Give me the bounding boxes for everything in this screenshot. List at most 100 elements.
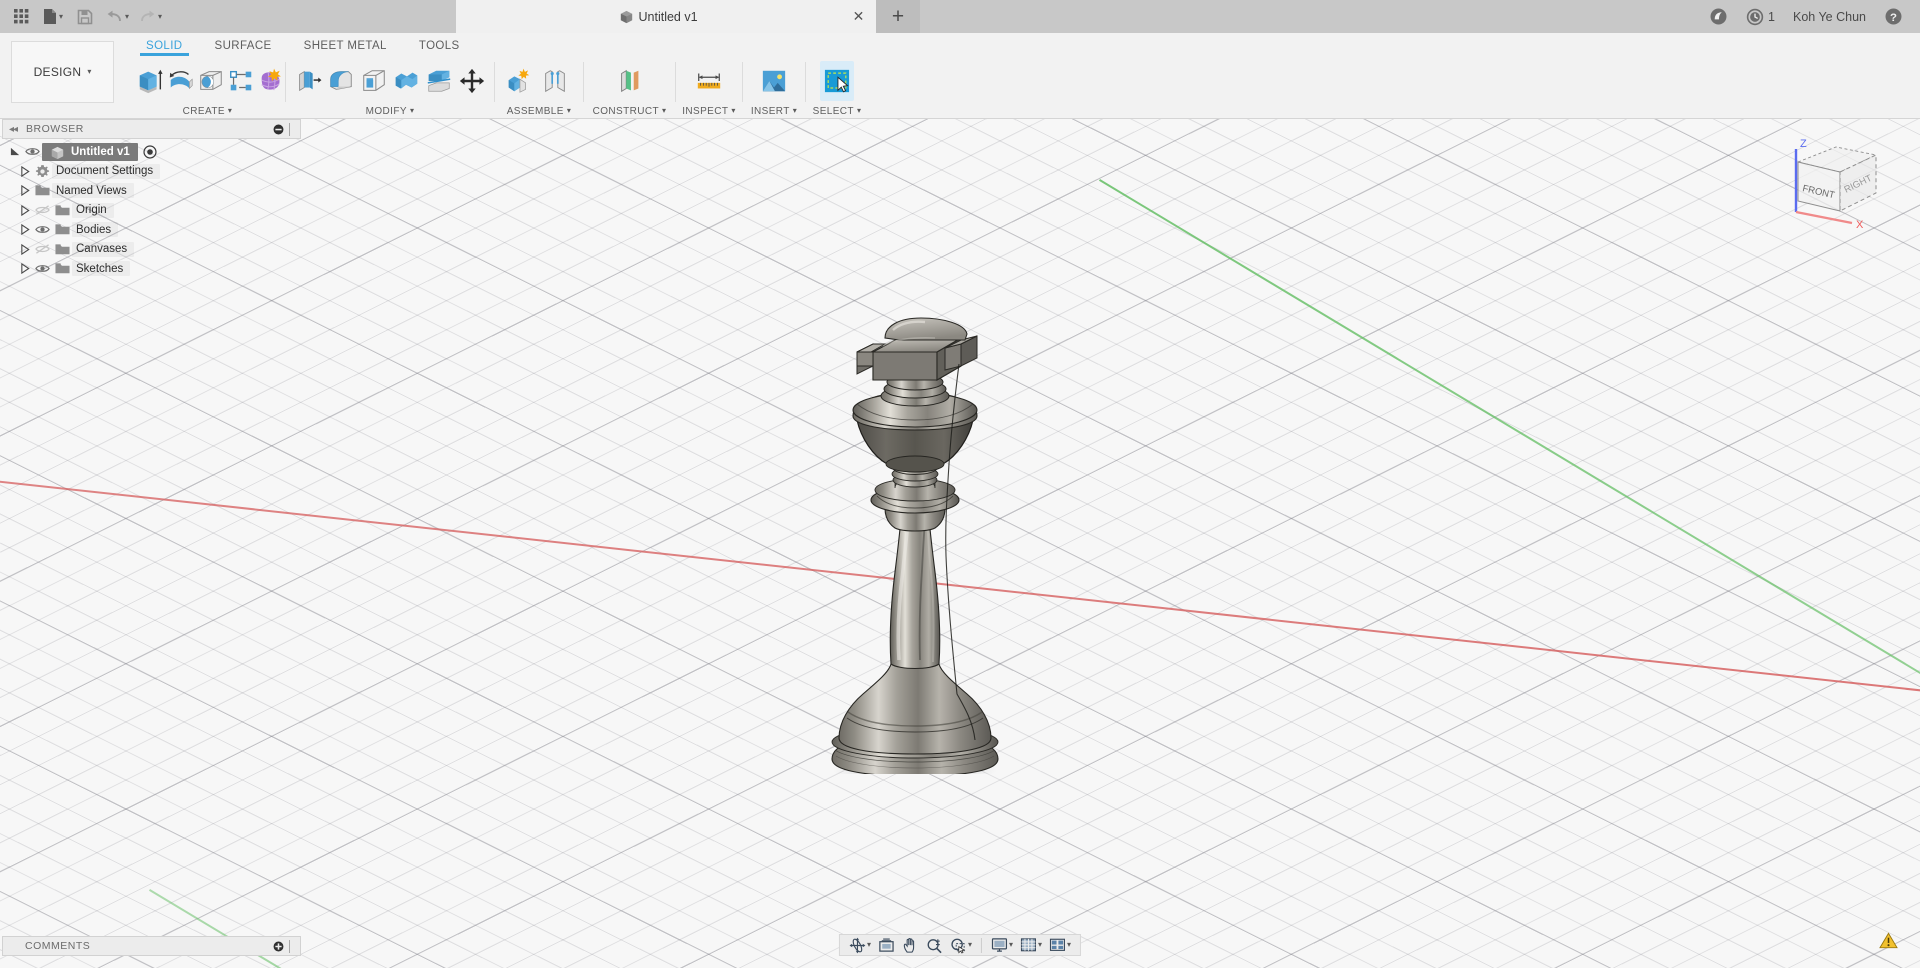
- new-component-icon[interactable]: [502, 61, 536, 101]
- eye-hidden-icon[interactable]: [32, 204, 52, 216]
- tree-label[interactable]: Document Settings: [52, 163, 161, 179]
- redo-button[interactable]: ▾: [135, 3, 166, 31]
- orbit-caret[interactable]: ▾: [867, 941, 871, 949]
- new-tab-button[interactable]: +: [876, 0, 921, 33]
- eye-visible-icon[interactable]: [22, 146, 42, 157]
- panel-insert-label[interactable]: INSERT ▾: [743, 103, 805, 119]
- eye-visible-icon[interactable]: [32, 224, 52, 235]
- shell-icon[interactable]: [358, 61, 389, 101]
- panel-inspect-caret[interactable]: ▾: [731, 107, 735, 115]
- joint-icon[interactable]: [538, 61, 572, 101]
- panel-create-label[interactable]: CREATE ▾: [130, 103, 285, 119]
- document-tab[interactable]: Untitled v1 ✕: [456, 0, 877, 33]
- panel-modify-label[interactable]: MODIFY ▾: [286, 103, 494, 119]
- workspace-caret[interactable]: ▾: [87, 68, 91, 76]
- twisty-collapsed-icon[interactable]: [19, 262, 32, 275]
- tree-label[interactable]: Named Views: [52, 183, 134, 199]
- browser-resize-grip[interactable]: [289, 122, 294, 136]
- panel-select-caret[interactable]: ▾: [857, 107, 861, 115]
- tab-tools[interactable]: TOOLS: [403, 35, 476, 55]
- panel-assemble-caret[interactable]: ▾: [567, 107, 571, 115]
- revolve-icon[interactable]: [167, 61, 195, 101]
- job-status-button[interactable]: 1: [1737, 0, 1784, 33]
- create-form-icon[interactable]: [257, 61, 285, 101]
- pattern-icon[interactable]: [227, 61, 255, 101]
- panel-construct-label[interactable]: CONSTRUCT ▾: [584, 103, 675, 119]
- twisty-collapsed-icon[interactable]: [19, 204, 32, 217]
- redo-caret[interactable]: ▾: [158, 12, 162, 21]
- save-button[interactable]: [70, 3, 100, 31]
- panel-inspect-label[interactable]: INSPECT ▾: [676, 103, 742, 119]
- viewports-button[interactable]: ▾: [1046, 935, 1074, 955]
- panel-construct-caret[interactable]: ▾: [662, 107, 666, 115]
- panel-modify-caret[interactable]: ▾: [410, 107, 414, 115]
- split-body-icon[interactable]: [424, 61, 455, 101]
- undo-caret[interactable]: ▾: [125, 12, 129, 21]
- sphere-icon[interactable]: [197, 61, 225, 101]
- look-at-button[interactable]: [875, 935, 898, 955]
- viewport-3d[interactable]: ◂◂ BROWSER Untitled v1 Document Settings…: [0, 119, 1920, 968]
- comments-panel[interactable]: COMMENTS: [2, 936, 301, 956]
- display-settings-button[interactable]: ▾: [988, 935, 1016, 955]
- insert-canvas-image-icon[interactable]: [757, 61, 791, 101]
- new-document-caret[interactable]: ▾: [59, 12, 63, 21]
- panel-insert-caret[interactable]: ▾: [793, 107, 797, 115]
- move-copy-icon[interactable]: [456, 61, 487, 101]
- app-grid-button[interactable]: [6, 3, 36, 31]
- twisty-collapsed-icon[interactable]: [19, 243, 32, 256]
- extrude-icon[interactable]: [137, 61, 165, 101]
- fillet-icon[interactable]: [326, 61, 357, 101]
- collapse-left-icon[interactable]: ◂◂: [9, 124, 18, 135]
- press-pull-icon[interactable]: [293, 61, 324, 101]
- tree-root-label-group[interactable]: Untitled v1: [42, 142, 138, 161]
- chess-king-body[interactable]: [815, 304, 1015, 774]
- grid-snaps-caret[interactable]: ▾: [1038, 941, 1042, 949]
- panel-assemble-label[interactable]: ASSEMBLE ▾: [495, 103, 583, 119]
- warning-indicator[interactable]: [1879, 932, 1898, 954]
- twisty-collapsed-icon[interactable]: [19, 165, 32, 178]
- add-comment-plus-icon[interactable]: [273, 941, 284, 952]
- twisty-collapsed-icon[interactable]: [19, 223, 32, 236]
- zoom-window-button[interactable]: ▾: [947, 935, 975, 955]
- eye-hidden-icon[interactable]: [32, 243, 52, 255]
- comments-resize-grip[interactable]: [289, 939, 294, 953]
- display-settings-caret[interactable]: ▾: [1009, 941, 1013, 949]
- close-icon[interactable]: ✕: [851, 9, 866, 24]
- select-marquee-icon[interactable]: [820, 61, 854, 101]
- orbit-button[interactable]: ▾: [846, 935, 874, 955]
- extensions-button[interactable]: [1700, 0, 1737, 33]
- tree-row-document-settings[interactable]: Document Settings: [0, 162, 303, 182]
- panel-select-label[interactable]: SELECT ▾: [806, 103, 868, 119]
- twisty-collapsed-icon[interactable]: [19, 184, 32, 197]
- undo-button[interactable]: ▾: [102, 3, 133, 31]
- measure-ruler-icon[interactable]: [692, 61, 726, 101]
- viewports-caret[interactable]: ▾: [1067, 941, 1071, 949]
- tree-row-bodies[interactable]: Bodies: [0, 220, 303, 240]
- tree-label[interactable]: Origin: [72, 202, 114, 218]
- tree-row-sketches[interactable]: Sketches: [0, 259, 303, 279]
- tab-sheet-metal[interactable]: SHEET METAL: [288, 35, 403, 55]
- panel-create-caret[interactable]: ▾: [228, 107, 232, 115]
- zoom-window-caret[interactable]: ▾: [968, 941, 972, 949]
- grid-snaps-button[interactable]: ▾: [1017, 935, 1045, 955]
- view-cube[interactable]: Z X FRONT RIGHT: [1778, 127, 1898, 232]
- combine-icon[interactable]: [391, 61, 422, 101]
- new-document-button[interactable]: ▾: [38, 3, 68, 31]
- pan-button[interactable]: [899, 935, 922, 955]
- eye-visible-icon[interactable]: [32, 263, 52, 274]
- tree-row-named-views[interactable]: Named Views: [0, 181, 303, 201]
- tree-label[interactable]: Canvases: [72, 241, 135, 257]
- user-account-button[interactable]: Koh Ye Chun: [1784, 0, 1875, 33]
- zoom-button[interactable]: [923, 935, 946, 955]
- workspace-switcher[interactable]: DESIGN ▾: [11, 41, 114, 103]
- activate-target-icon[interactable]: [140, 145, 160, 159]
- tree-label[interactable]: Sketches: [72, 261, 131, 277]
- offset-plane-icon[interactable]: [613, 61, 647, 101]
- twisty-expanded-icon[interactable]: [9, 145, 22, 158]
- tree-label[interactable]: Bodies: [72, 222, 119, 238]
- tab-surface[interactable]: SURFACE: [199, 35, 288, 55]
- help-button[interactable]: ?: [1875, 0, 1912, 33]
- tree-row-canvases[interactable]: Canvases: [0, 240, 303, 260]
- tab-solid[interactable]: SOLID: [130, 35, 199, 56]
- minimize-dot-icon[interactable]: [273, 124, 284, 135]
